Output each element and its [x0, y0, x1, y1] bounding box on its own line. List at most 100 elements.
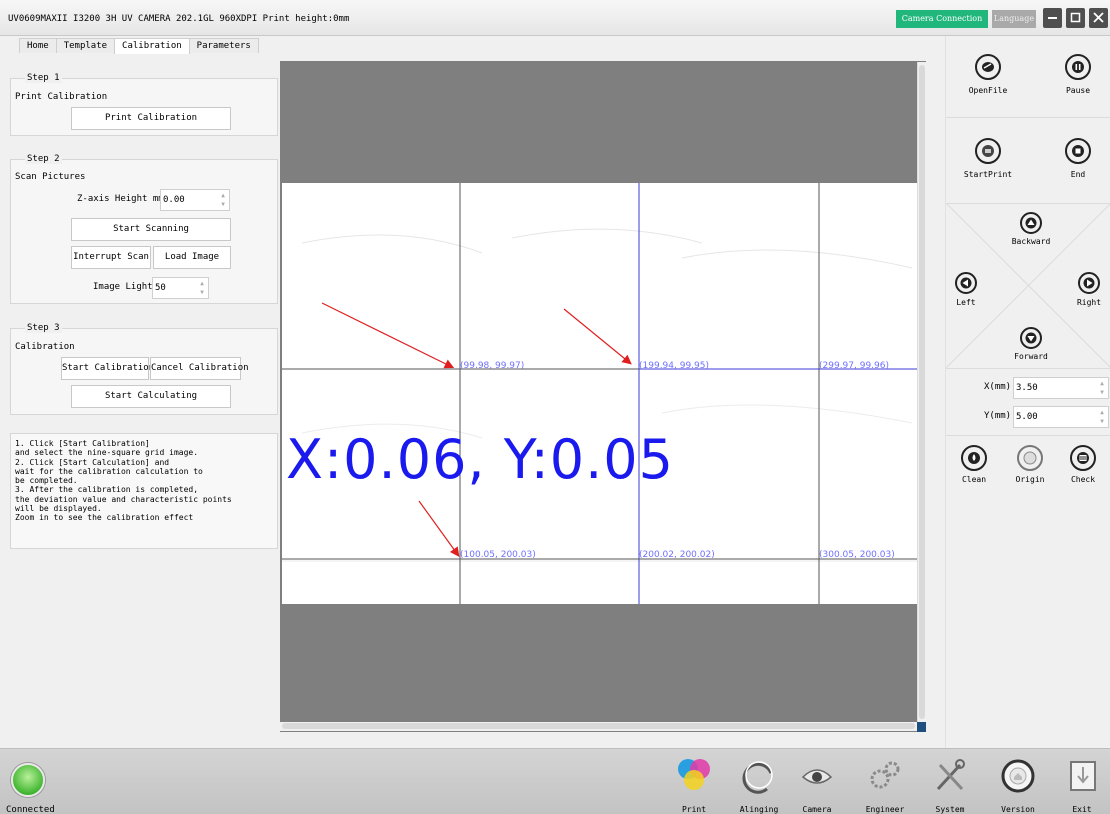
help-line: 2. Click [Start Calculation] and: [15, 457, 170, 467]
origin-button[interactable]: Origin: [1005, 445, 1055, 484]
spin-down-icon[interactable]: ▼: [198, 288, 206, 297]
forward-button[interactable]: Forward: [1006, 327, 1056, 361]
startprint-label: StartPrint: [963, 170, 1013, 179]
system-nav-button[interactable]: System: [922, 751, 978, 814]
y-offset-input[interactable]: 5.00 ▲ ▼: [1013, 406, 1109, 428]
bottom-toolbar: Connected Print Alinging Camera Engineer…: [0, 748, 1110, 814]
spin-up-icon[interactable]: ▲: [219, 191, 227, 200]
startprint-button[interactable]: StartPrint: [955, 138, 1021, 179]
clean-button[interactable]: Clean: [949, 445, 999, 484]
origin-label: Origin: [1015, 475, 1045, 484]
help-line: will be displayed.: [15, 504, 102, 514]
deviation-value: X:0.06, Y:0.05: [286, 428, 674, 491]
pause-icon: [1065, 54, 1091, 80]
feature-point-coord: (100.05, 200.03): [460, 550, 536, 560]
language-button[interactable]: Language: [992, 10, 1036, 28]
feature-point-coord: (300.05, 200.03): [819, 550, 895, 560]
left-button[interactable]: Left: [948, 272, 984, 307]
grid-lines: [282, 183, 918, 604]
scanned-grid-image[interactable]: (99.98, 99.97) (199.94, 99.95) (299.97, …: [282, 183, 918, 604]
y-offset-label: Y(mm): [984, 411, 1012, 421]
maximize-button[interactable]: [1066, 8, 1085, 28]
minimize-icon: [1048, 17, 1057, 19]
spin-down-icon[interactable]: ▼: [1098, 388, 1106, 397]
right-button[interactable]: Right: [1070, 272, 1108, 307]
interrupt-scan-button[interactable]: Interrupt Scan: [71, 246, 151, 269]
print-icon: [975, 138, 1001, 164]
nozzle-check-icon: [1070, 445, 1096, 471]
x-offset-input[interactable]: 3.50 ▲ ▼: [1013, 377, 1109, 399]
x-offset-label: X(mm): [984, 382, 1012, 392]
check-label: Check: [1070, 475, 1096, 484]
camera-connection-button[interactable]: Camera Connection: [896, 10, 988, 28]
step1-title: Step 1: [25, 73, 62, 83]
z-axis-height-label: Z-axis Height mm:: [77, 194, 170, 204]
print-calibration-button[interactable]: Print Calibration: [71, 107, 231, 130]
z-axis-height-input[interactable]: 0.00 ▲ ▼: [160, 189, 230, 211]
close-button[interactable]: [1089, 8, 1108, 28]
tab-home[interactable]: Home: [19, 38, 57, 53]
y-offset-value: 5.00: [1016, 412, 1038, 422]
step3-label: Calibration: [15, 342, 75, 352]
system-nav-label: System: [935, 805, 965, 814]
clean-label: Clean: [961, 475, 987, 484]
version-nav-button[interactable]: Version: [990, 751, 1046, 814]
scrollbar-thumb[interactable]: [282, 723, 915, 729]
spin-down-icon[interactable]: ▼: [1098, 417, 1106, 426]
step2-title: Step 2: [25, 154, 62, 164]
horizontal-scrollbar[interactable]: [280, 722, 917, 731]
alinging-nav-button[interactable]: Alinging: [731, 751, 787, 814]
eye-icon: [797, 755, 837, 795]
openfile-button[interactable]: OpenFile: [960, 54, 1016, 95]
alinging-nav-label: Alinging: [739, 805, 779, 814]
start-calibration-button[interactable]: Start Calibration: [61, 357, 154, 380]
load-image-button[interactable]: Load Image: [153, 246, 231, 269]
check-button[interactable]: Check: [1058, 445, 1108, 484]
scrollbar-thumb[interactable]: [919, 65, 925, 719]
vertical-scrollbar[interactable]: [917, 62, 926, 722]
end-label: End: [1070, 170, 1086, 179]
backward-button[interactable]: Backward: [1006, 212, 1056, 246]
help-line: be completed.: [15, 476, 78, 486]
tab-template[interactable]: Template: [55, 38, 116, 53]
start-calculating-button[interactable]: Start Calculating: [71, 385, 231, 408]
end-button[interactable]: End: [1050, 138, 1106, 179]
spin-up-icon[interactable]: ▲: [198, 279, 206, 288]
spin-up-icon[interactable]: ▲: [1098, 408, 1106, 417]
help-line: Zoom in to see the calibration effect: [15, 513, 194, 523]
spin-down-icon[interactable]: ▼: [219, 200, 227, 209]
start-scanning-button[interactable]: Start Scanning: [71, 218, 231, 241]
image-light-value: 50: [155, 283, 166, 293]
arrow: [563, 308, 632, 365]
spin-up-icon[interactable]: ▲: [1098, 379, 1106, 388]
print-nav-button[interactable]: Print: [666, 751, 722, 814]
help-line: the deviation value and characteristic p…: [15, 494, 232, 504]
step1-group: Step 1 Print Calibration Print Calibrati…: [10, 73, 278, 136]
exit-nav-button[interactable]: Exit: [1054, 751, 1110, 814]
help-line: 1. Click [Start Calibration]: [15, 439, 150, 448]
arrow-down-icon: [1020, 327, 1042, 349]
tab-calibration[interactable]: Calibration: [114, 38, 190, 54]
engineer-nav-button[interactable]: Engineer: [857, 751, 913, 814]
x-offset-value: 3.50: [1016, 383, 1038, 393]
help-line: 3. After the calibration is completed,: [15, 485, 199, 495]
z-axis-height-value: 0.00: [163, 195, 185, 205]
forward-label: Forward: [1014, 352, 1048, 361]
step2-group: Step 2 Scan Pictures Z-axis Height mm: 0…: [10, 154, 278, 304]
version-nav-label: Version: [1001, 805, 1035, 814]
home-info-icon: [998, 755, 1038, 795]
cancel-calibration-button[interactable]: Cancel Calibration: [150, 357, 249, 380]
feature-point-coord: (200.02, 200.02): [639, 550, 715, 560]
tab-parameters[interactable]: Parameters: [188, 38, 259, 53]
scroll-corner: [917, 722, 926, 732]
image-light-input[interactable]: 50 ▲ ▼: [152, 277, 209, 299]
arrow-up-icon: [1020, 212, 1042, 234]
help-line: and select the nine-square grid image.: [15, 448, 199, 458]
gears-icon: [865, 755, 905, 795]
minimize-button[interactable]: [1043, 8, 1062, 28]
help-line: wait for the calibration calculation to: [15, 466, 203, 476]
connection-status: Connected: [6, 805, 55, 814]
camera-nav-label: Camera: [802, 805, 832, 814]
pause-button[interactable]: Pause: [1050, 54, 1106, 95]
camera-nav-button[interactable]: Camera: [789, 751, 845, 814]
